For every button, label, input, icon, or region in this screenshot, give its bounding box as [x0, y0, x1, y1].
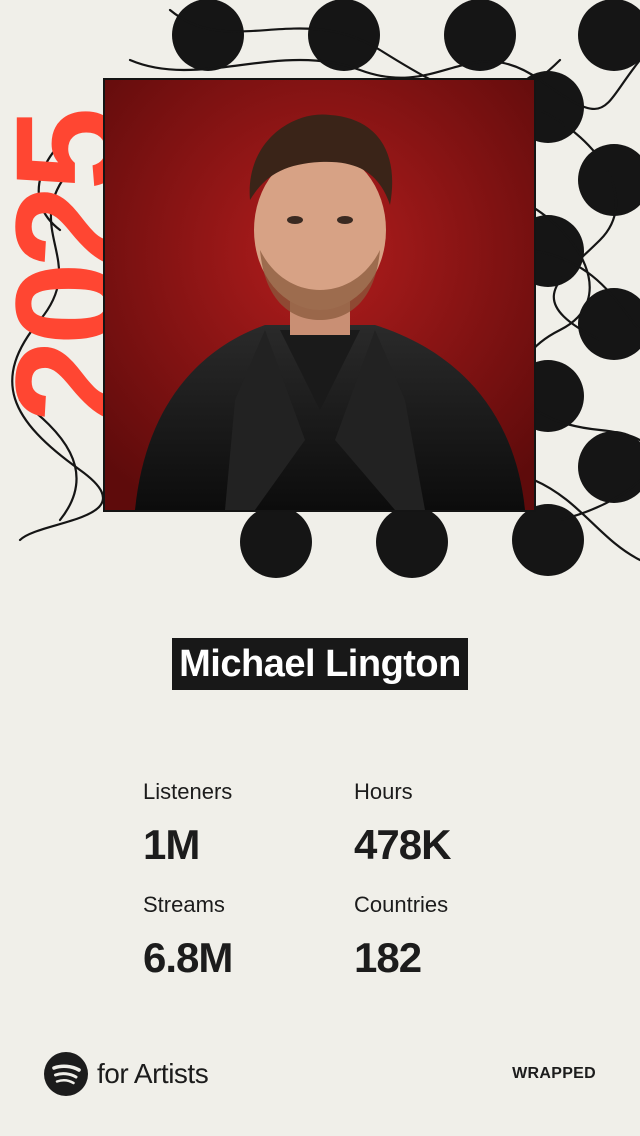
stat-label: Hours — [354, 779, 413, 804]
artist-photo — [103, 78, 536, 512]
stat-hours: Hours 478K — [354, 779, 584, 869]
stat-value: 6.8M — [143, 934, 233, 981]
stat-listeners: Listeners 1M — [143, 779, 373, 869]
wrapped-badge: WRAPPED — [512, 1065, 596, 1082]
stat-value: 182 — [354, 934, 422, 981]
spotify-icon — [44, 1052, 88, 1096]
artist-name-container: Michael Lington — [0, 638, 640, 690]
stat-countries: Countries 182 — [354, 892, 584, 982]
brand-text: for Artists — [97, 1058, 209, 1089]
artist-name: Michael Lington — [172, 638, 468, 690]
stat-label: Countries — [354, 892, 449, 917]
stat-label: Listeners — [143, 779, 233, 804]
stat-streams: Streams 6.8M — [143, 892, 373, 982]
spotify-for-artists-logo: for Artists — [44, 1052, 209, 1096]
stat-label: Streams — [143, 892, 225, 917]
stat-value: 478K — [354, 821, 451, 868]
wrapped-card: 2025 Michael Lington Listeners 1M Hours … — [0, 0, 640, 1136]
stat-value: 1M — [143, 821, 200, 868]
